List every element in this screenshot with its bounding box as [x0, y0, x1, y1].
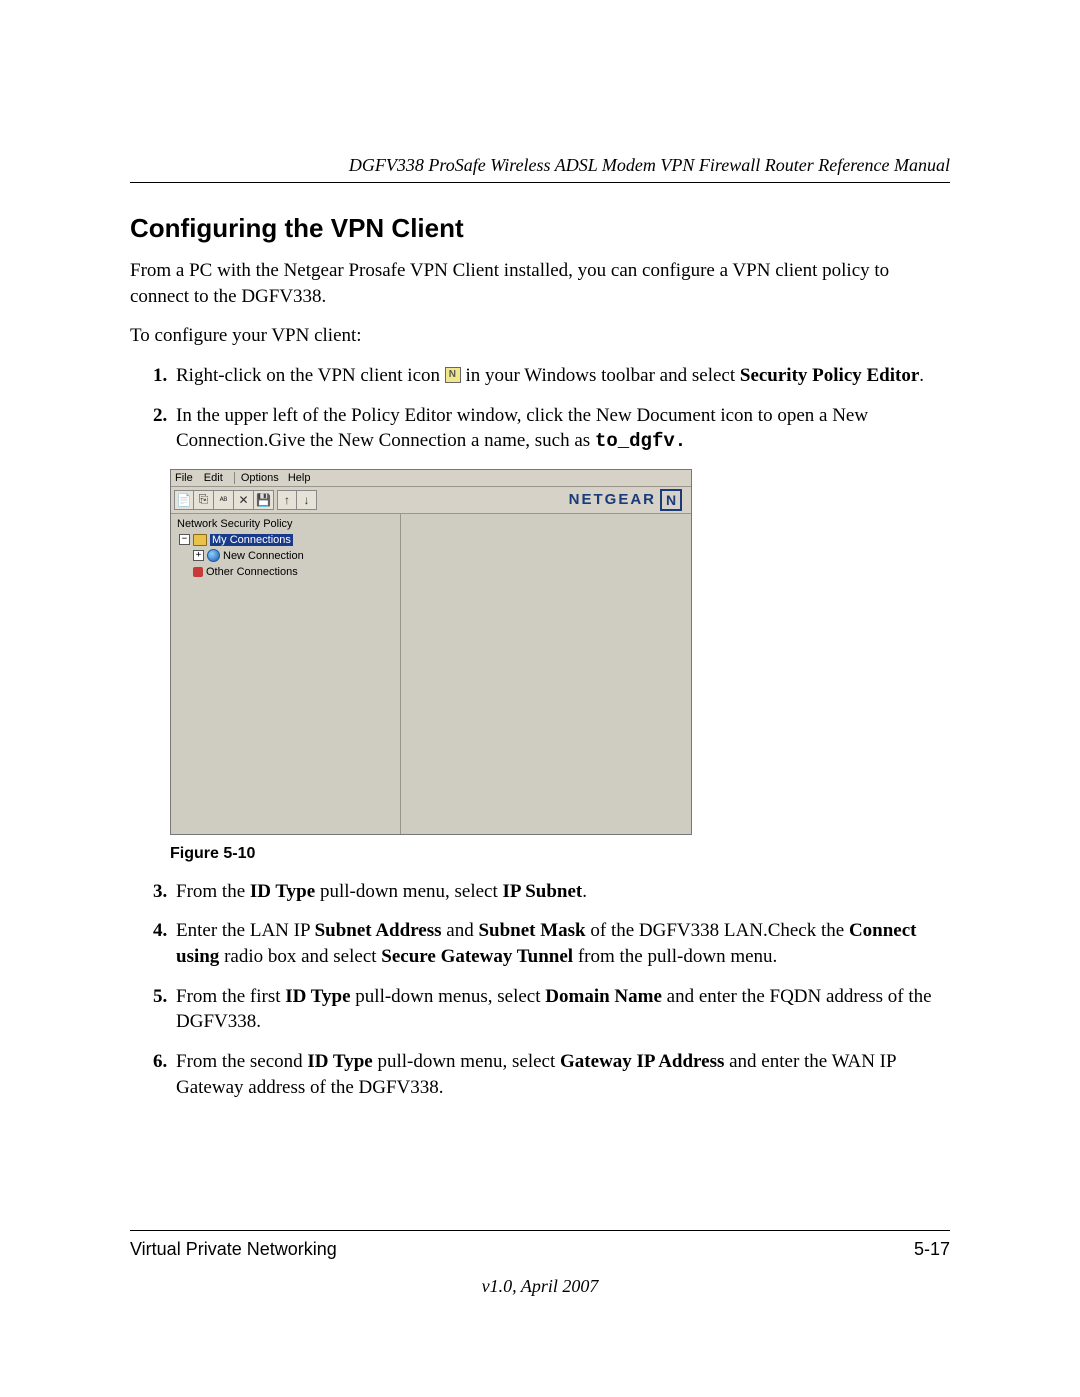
step-2-code: to_dgfv.: [595, 430, 686, 452]
expand-icon[interactable]: +: [193, 550, 204, 561]
step-4: Enter the LAN IP Subnet Address and Subn…: [172, 918, 950, 969]
t: pull-down menu, select: [377, 1051, 560, 1072]
t: Subnet Address: [315, 920, 442, 941]
editor-main-panel: [401, 514, 691, 834]
vpn-client-tray-icon: [445, 367, 461, 383]
t: from the pull-down menu.: [578, 946, 777, 967]
editor-body: Network Security Policy − My Connections…: [171, 514, 691, 834]
lead-in-paragraph: To configure your VPN client:: [130, 323, 950, 349]
t: Domain Name: [545, 986, 662, 1007]
new-document-icon[interactable]: 📄: [174, 490, 194, 510]
step-6: From the second ID Type pull-down menu, …: [172, 1049, 950, 1100]
folder-icon: [193, 534, 207, 546]
tree-root-row[interactable]: − My Connections: [179, 532, 394, 548]
footer-chapter: Virtual Private Networking: [130, 1239, 337, 1260]
toolbar: 📄 ⎘ ᴬᴮ ✕ 💾 ↑ ↓ NETGEAR N: [171, 487, 691, 514]
netgear-logo-box-icon: N: [660, 489, 682, 511]
section-heading: Configuring the VPN Client: [130, 213, 950, 244]
step-1-text-a: Right-click on the VPN client icon: [176, 365, 445, 386]
tree-item-new-connection[interactable]: + New Connection: [193, 548, 394, 564]
t: pull-down menus, select: [355, 986, 545, 1007]
t: radio box and select: [224, 946, 381, 967]
tree-item-label: New Connection: [223, 550, 304, 562]
t: From the: [176, 881, 250, 902]
rename-icon[interactable]: ᴬᴮ: [214, 490, 234, 510]
running-header: DGFV338 ProSafe Wireless ADSL Modem VPN …: [130, 155, 950, 183]
t: ID Type: [285, 986, 350, 1007]
steps-list: Right-click on the VPN client icon in yo…: [130, 363, 950, 455]
menu-edit[interactable]: Edit: [204, 472, 223, 484]
globe-icon: [207, 549, 220, 562]
t: IP Subnet: [503, 881, 583, 902]
t: .: [582, 881, 587, 902]
netgear-logo-text: NETGEAR: [569, 491, 656, 508]
tree-root-label: My Connections: [210, 534, 293, 546]
figure-5-10-screenshot: File Edit Options Help 📄 ⎘ ᴬᴮ ✕ 💾 ↑ ↓ NE…: [170, 469, 950, 835]
t: of the DGFV338 LAN.Check the: [590, 920, 849, 941]
footer-rule: [130, 1230, 950, 1231]
step-1-text-b: in your Windows toolbar and select: [466, 365, 740, 386]
tree-title: Network Security Policy: [177, 518, 394, 530]
t: ID Type: [307, 1051, 372, 1072]
delete-icon[interactable]: ✕: [234, 490, 254, 510]
figure-caption: Figure 5-10: [170, 845, 950, 863]
footer-version: v1.0, April 2007: [130, 1276, 950, 1297]
step-1-bold: Security Policy Editor: [740, 365, 919, 386]
steps-list-continued: From the ID Type pull-down menu, select …: [130, 879, 950, 1100]
toolbar-buttons: 📄 ⎘ ᴬᴮ ✕ 💾 ↑ ↓: [174, 490, 317, 510]
menu-options[interactable]: Options: [234, 472, 279, 484]
step-3: From the ID Type pull-down menu, select …: [172, 879, 950, 905]
step-2-text-a: In the upper left of the Policy Editor w…: [176, 405, 868, 452]
policy-editor-window: File Edit Options Help 📄 ⎘ ᴬᴮ ✕ 💾 ↑ ↓ NE…: [170, 469, 692, 835]
save-icon[interactable]: 💾: [254, 490, 274, 510]
step-2: In the upper left of the Policy Editor w…: [172, 403, 950, 455]
t: Subnet Mask: [478, 920, 585, 941]
menu-file[interactable]: File: [175, 472, 193, 484]
tree-item-other-connections[interactable]: Other Connections: [193, 564, 394, 580]
step-5: From the first ID Type pull-down menus, …: [172, 984, 950, 1035]
footer-page-number: 5-17: [914, 1239, 950, 1260]
t: ID Type: [250, 881, 315, 902]
menubar: File Edit Options Help: [171, 470, 691, 487]
policy-tree-panel: Network Security Policy − My Connections…: [171, 514, 401, 834]
menu-help[interactable]: Help: [288, 472, 311, 484]
t: Secure Gateway Tunnel: [381, 946, 573, 967]
lock-icon: [193, 567, 203, 577]
collapse-icon[interactable]: −: [179, 534, 190, 545]
netgear-logo: NETGEAR N: [569, 489, 688, 511]
copy-icon[interactable]: ⎘: [194, 490, 214, 510]
intro-paragraph: From a PC with the Netgear Prosafe VPN C…: [130, 258, 950, 309]
move-up-icon[interactable]: ↑: [277, 490, 297, 510]
t: From the first: [176, 986, 285, 1007]
step-1-text-c: .: [919, 365, 924, 386]
t: and: [446, 920, 478, 941]
t: pull-down menu, select: [320, 881, 503, 902]
t: Gateway IP Address: [560, 1051, 724, 1072]
t: Enter the LAN IP: [176, 920, 315, 941]
move-down-icon[interactable]: ↓: [297, 490, 317, 510]
document-page: DGFV338 ProSafe Wireless ADSL Modem VPN …: [0, 0, 1080, 1397]
tree-item-label: Other Connections: [206, 566, 298, 578]
page-footer: Virtual Private Networking 5-17 v1.0, Ap…: [130, 1230, 950, 1297]
t: From the second: [176, 1051, 307, 1072]
step-1: Right-click on the VPN client icon in yo…: [172, 363, 950, 389]
